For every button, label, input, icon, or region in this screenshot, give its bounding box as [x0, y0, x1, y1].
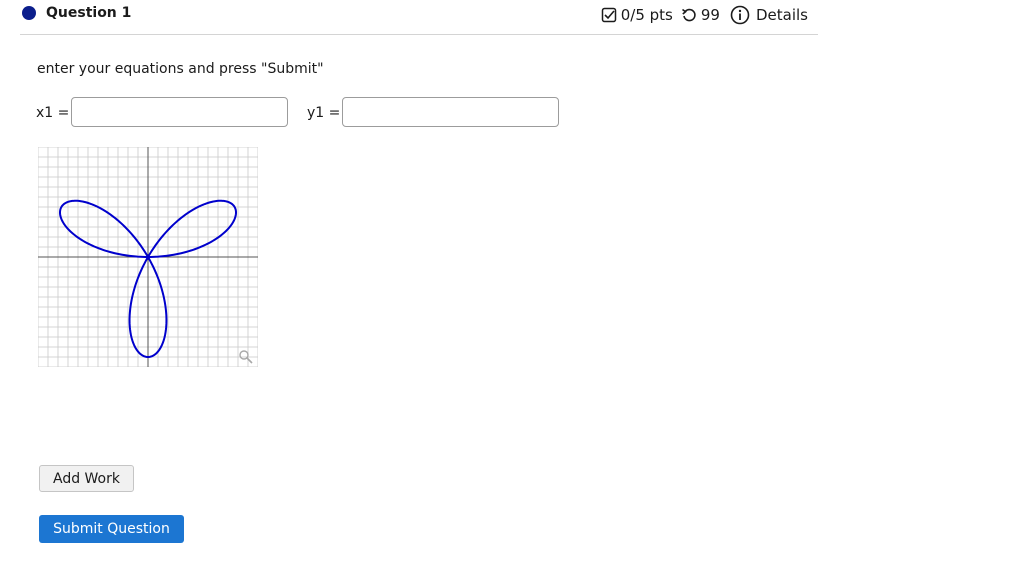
question-title: Question 1 [46, 5, 132, 21]
details-link[interactable]: Details [756, 6, 808, 24]
x1-input[interactable] [71, 97, 288, 127]
attempts-text: 99 [700, 6, 720, 24]
points-text: 0/5 pts [620, 6, 673, 24]
checkbox-score-icon [601, 7, 617, 23]
question-header: Question 1 0/5 pts 99 Details [20, 0, 818, 35]
equation-graph[interactable] [38, 147, 258, 367]
submit-question-button[interactable]: Submit Question [39, 515, 184, 543]
x1-label: x1 = [36, 105, 70, 121]
question-status-dot [22, 6, 36, 20]
info-icon[interactable] [730, 5, 750, 25]
retry-icon [681, 7, 697, 23]
question-meta: 0/5 pts 99 Details [601, 4, 808, 26]
y1-label: y1 = [307, 105, 341, 121]
y1-input[interactable] [342, 97, 559, 127]
add-work-button[interactable]: Add Work [39, 465, 134, 492]
question-prompt: enter your equations and press "Submit" [37, 61, 324, 77]
